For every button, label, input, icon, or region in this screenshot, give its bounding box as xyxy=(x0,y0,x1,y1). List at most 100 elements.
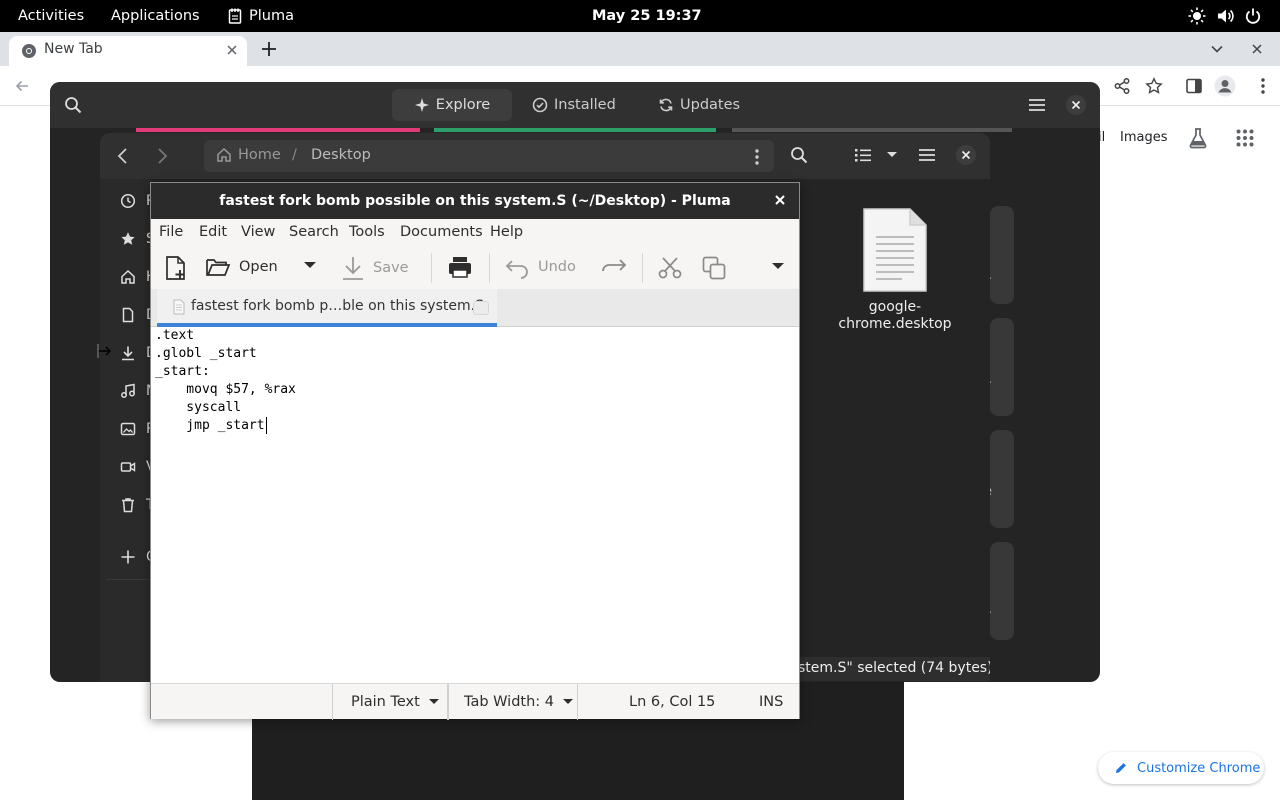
tab-installed[interactable]: Installed xyxy=(532,89,622,121)
copy-button[interactable] xyxy=(701,255,727,281)
tab-updates[interactable]: Updates xyxy=(658,89,748,121)
text-editor[interactable]: .text .globl _start _start: movq $57, %r… xyxy=(151,327,799,682)
gnome-top-bar: Activities Applications Pluma May 25 19:… xyxy=(0,0,1280,32)
close-icon[interactable] xyxy=(773,193,787,207)
profile-avatar-icon[interactable] xyxy=(1214,75,1236,97)
document-tab-bar: fastest fork bomb p…ble on this system.S xyxy=(151,289,799,327)
plus-icon xyxy=(120,549,136,565)
save-download-icon xyxy=(341,255,365,281)
chrome-icon xyxy=(21,43,37,59)
app-card[interactable]: . xyxy=(988,318,1014,416)
toolbar: Open Save Undo xyxy=(151,247,799,289)
close-icon[interactable] xyxy=(1066,95,1086,115)
share-icon[interactable] xyxy=(1113,77,1131,95)
menu-tools[interactable]: Tools xyxy=(349,224,385,240)
featured-banner-1[interactable] xyxy=(136,128,420,132)
new-document-button[interactable] xyxy=(163,255,189,281)
app-card[interactable]: e xyxy=(985,430,1014,528)
pluma-titlebar[interactable]: fastest fork bomb possible on this syste… xyxy=(151,183,799,219)
side-panel-icon[interactable] xyxy=(1185,77,1203,95)
toolbar-overflow-button[interactable] xyxy=(771,261,785,271)
close-icon[interactable] xyxy=(1250,42,1264,56)
hamburger-menu-icon[interactable] xyxy=(1028,97,1046,113)
cut-button[interactable] xyxy=(657,255,683,281)
kebab-menu-icon[interactable] xyxy=(754,148,760,166)
text-caret xyxy=(266,417,267,434)
save-button[interactable]: Save xyxy=(341,255,409,281)
featured-banner-2[interactable] xyxy=(434,128,716,132)
chevron-left-icon[interactable] xyxy=(116,147,130,165)
toolbar-separator xyxy=(431,253,432,283)
language-label: Plain Text xyxy=(351,693,420,710)
search-icon[interactable] xyxy=(64,96,82,114)
home-icon xyxy=(120,269,136,285)
labs-flask-icon[interactable] xyxy=(1187,127,1209,149)
close-icon[interactable] xyxy=(225,43,239,57)
tab-explore[interactable]: Explore xyxy=(392,89,512,121)
menu-search[interactable]: Search xyxy=(289,224,339,240)
files-sidebar: R S H D D M P V xyxy=(100,179,158,682)
open-button[interactable]: Open xyxy=(205,255,278,279)
chevron-down-icon xyxy=(562,698,574,706)
clock-icon xyxy=(120,193,136,209)
tab-width-selector[interactable]: Tab Width: 4 xyxy=(448,684,578,720)
file-name-line2: chrome.desktop xyxy=(838,316,952,332)
chrome-tab-new-tab[interactable]: New Tab xyxy=(9,36,247,66)
power-icon xyxy=(1244,7,1262,25)
chevron-down-icon xyxy=(428,698,440,706)
trash-icon xyxy=(120,497,136,513)
redo-button[interactable] xyxy=(600,255,628,279)
undo-label: Undo xyxy=(538,259,576,275)
list-view-icon[interactable] xyxy=(854,147,872,163)
file-item-google-chrome-desktop[interactable]: google- chrome.desktop xyxy=(830,207,960,333)
document-tab[interactable]: fastest fork bomb p…ble on this system.S xyxy=(157,289,497,327)
activities-button[interactable]: Activities xyxy=(18,0,84,32)
kebab-menu-icon[interactable] xyxy=(1260,77,1266,95)
mouse-pointer-icon xyxy=(94,342,114,362)
print-button[interactable] xyxy=(447,255,473,279)
path-current-folder[interactable]: Desktop xyxy=(311,147,371,163)
text-file-icon xyxy=(862,207,928,293)
menu-bar: File Edit View Search Tools Documents He… xyxy=(151,219,799,247)
app-card[interactable]: . xyxy=(988,542,1014,640)
undo-button[interactable]: Undo xyxy=(504,255,576,279)
app-card[interactable]: . xyxy=(988,206,1014,304)
hamburger-menu-icon[interactable] xyxy=(918,147,936,163)
applications-menu[interactable]: Applications xyxy=(111,0,200,32)
images-link[interactable]: Images xyxy=(1120,130,1168,145)
menu-edit[interactable]: Edit xyxy=(199,224,227,240)
chevron-down-icon[interactable] xyxy=(886,151,898,159)
chevron-down-icon xyxy=(771,261,785,271)
code-line: movq $57, %rax xyxy=(155,382,296,397)
tab-close-icon[interactable] xyxy=(473,301,489,315)
pencil-icon xyxy=(1114,761,1128,775)
clock[interactable]: May 25 19:37 xyxy=(592,0,702,32)
recent-files-dropdown[interactable] xyxy=(303,260,317,270)
back-arrow-icon[interactable] xyxy=(14,78,30,94)
new-tab-plus-icon[interactable] xyxy=(260,40,278,58)
bookmark-star-icon[interactable] xyxy=(1145,77,1163,95)
apps-grid-icon[interactable] xyxy=(1236,129,1254,147)
language-selector[interactable]: Plain Text xyxy=(332,684,448,720)
customize-chrome-button[interactable]: Customize Chrome xyxy=(1098,752,1264,784)
menu-documents[interactable]: Documents xyxy=(400,224,483,240)
featured-banner-3[interactable] xyxy=(732,128,1012,132)
app-menu[interactable]: Pluma xyxy=(228,0,294,32)
tab-width-label: Tab Width: 4 xyxy=(464,693,555,710)
menu-help[interactable]: Help xyxy=(490,224,523,240)
path-home-button[interactable]: Home xyxy=(216,147,281,163)
system-status-area[interactable] xyxy=(1188,7,1262,25)
cursor-position: Ln 6, Col 15 xyxy=(629,693,716,710)
menu-view[interactable]: View xyxy=(241,224,275,240)
tab-explore-label: Explore xyxy=(435,97,491,113)
document-tab-label: fastest fork bomb p…ble on this system.S xyxy=(191,298,484,314)
open-label: Open xyxy=(239,259,278,275)
menu-file[interactable]: File xyxy=(159,224,183,240)
chevron-down-icon[interactable] xyxy=(1210,42,1224,56)
document-icon xyxy=(120,307,136,323)
file-name-line1: google- xyxy=(868,299,922,315)
search-icon[interactable] xyxy=(790,146,808,164)
close-icon[interactable] xyxy=(956,145,976,165)
path-bar: Home / Desktop xyxy=(204,140,774,172)
chevron-right-icon[interactable] xyxy=(155,147,169,165)
